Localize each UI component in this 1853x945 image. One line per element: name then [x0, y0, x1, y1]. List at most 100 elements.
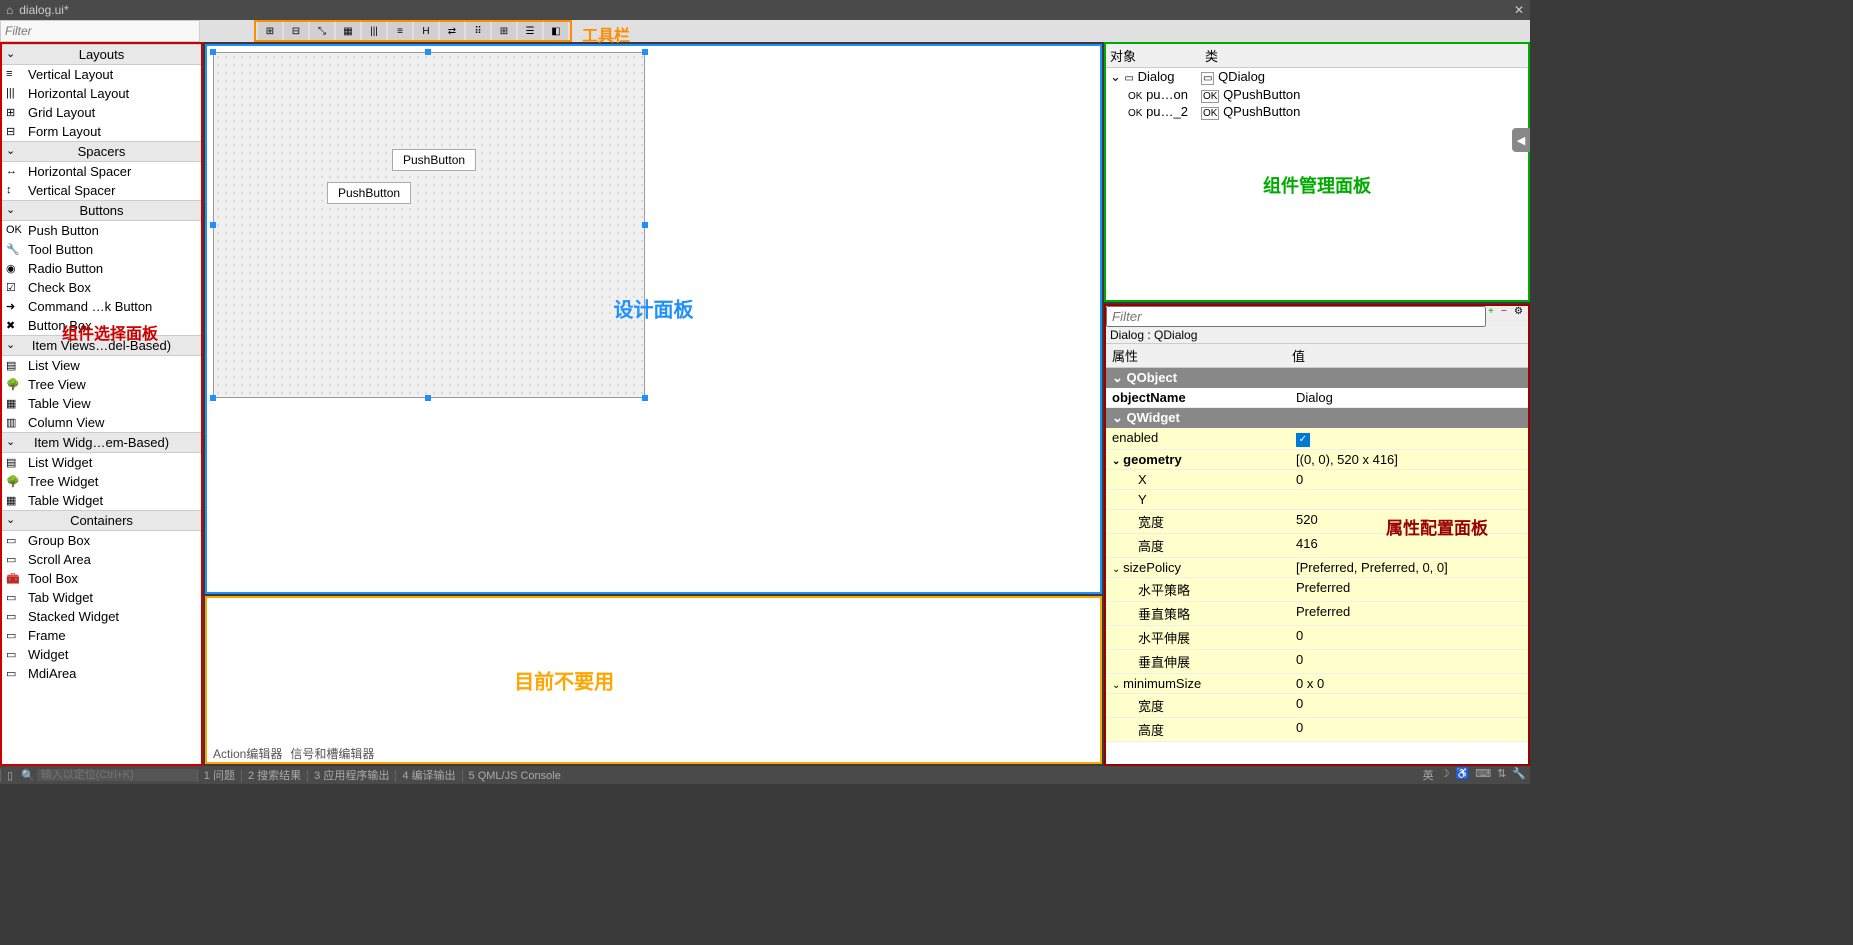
widgetbox-item[interactable]: 🧰Tool Box [2, 569, 201, 588]
prop-config-icon[interactable]: ⚙ [1514, 306, 1526, 318]
property-row[interactable]: 水平策略Preferred [1106, 578, 1528, 602]
tool-grid[interactable]: ⠿ [466, 22, 490, 40]
widgetbox-item[interactable]: ▤List View [2, 356, 201, 375]
widgetbox-item[interactable]: 🌳Tree Widget [2, 472, 201, 491]
widgetbox-item[interactable]: 🔧Tool Button [2, 240, 201, 259]
property-row[interactable]: 垂直策略Preferred [1106, 602, 1528, 626]
widgetbox-item[interactable]: ▭Widget [2, 645, 201, 664]
prop-remove-icon[interactable]: − [1501, 306, 1513, 318]
resize-handle[interactable] [642, 395, 648, 401]
tool-preview[interactable]: ◧ [544, 22, 568, 40]
tool-vsplit[interactable]: ⇄ [440, 22, 464, 40]
widgetbox-item[interactable]: |||Horizontal Layout [2, 84, 201, 103]
widgetbox-item[interactable]: ▭Scroll Area [2, 550, 201, 569]
property-filter[interactable] [1106, 306, 1486, 327]
tool-align[interactable]: ▦ [336, 22, 360, 40]
checkbox-icon[interactable]: ✓ [1296, 433, 1310, 447]
network-icon[interactable]: ⇅ [1497, 767, 1506, 783]
ime-indicator[interactable]: 英 [1423, 767, 1434, 783]
widgetbox-item[interactable]: ↕Vertical Spacer [2, 181, 201, 200]
pushbutton-1[interactable]: PushButton [392, 149, 476, 171]
accessibility-icon[interactable]: ♿ [1455, 767, 1469, 783]
widgetbox-item[interactable]: ↔Horizontal Spacer [2, 162, 201, 181]
property-row[interactable]: sizePolicy[Preferred, Preferred, 0, 0] [1106, 558, 1528, 578]
widgetbox-item[interactable]: ▭MdiArea [2, 664, 201, 683]
resize-handle[interactable] [642, 222, 648, 228]
property-row[interactable]: minimumSize0 x 0 [1106, 674, 1528, 694]
form-canvas[interactable]: PushButton PushButton [213, 52, 645, 398]
object-row[interactable]: ⌄ ▭ Dialog▭ QDialog [1106, 68, 1528, 86]
prop-header-name[interactable]: 属性 [1106, 346, 1292, 365]
property-row[interactable]: 水平伸展0 [1106, 626, 1528, 650]
resize-handle[interactable] [425, 395, 431, 401]
widgetbox-item[interactable]: ◉Radio Button [2, 259, 201, 278]
widgetbox-filter[interactable] [0, 20, 200, 42]
close-icon[interactable]: ✕ [1514, 3, 1524, 17]
property-row[interactable]: objectNameDialog [1106, 388, 1528, 408]
widgetbox-item[interactable]: ⊟Form Layout [2, 122, 201, 141]
resize-handle[interactable] [210, 395, 216, 401]
property-editor-panel[interactable]: + − ⚙ Dialog : QDialog 属性 值 ⌄ QObjectobj… [1104, 304, 1530, 766]
tab-signals-editor[interactable]: 信号和槽编辑器 [290, 745, 374, 762]
keyboard-icon[interactable]: ⌨ [1475, 767, 1491, 783]
resize-handle[interactable] [642, 49, 648, 55]
property-row[interactable]: X0 [1106, 470, 1528, 490]
widgetbox-item[interactable]: ▭Frame [2, 626, 201, 645]
status-tab[interactable]: 3 应用程序输出 [307, 770, 395, 782]
widgetbox-item[interactable]: ▭Group Box [2, 531, 201, 550]
widgetbox-item[interactable]: OKPush Button [2, 221, 201, 240]
tool-layout-v[interactable]: ⊟ [284, 22, 308, 40]
obj-header-class[interactable]: 类 [1201, 44, 1528, 67]
widgetbox-item[interactable]: ▭Stacked Widget [2, 607, 201, 626]
tool-grid2[interactable]: ⊞ [492, 22, 516, 40]
prop-header-value[interactable]: 值 [1292, 346, 1305, 365]
obj-header-object[interactable]: 对象 [1106, 44, 1201, 67]
widgetbox-item[interactable]: ⊞Grid Layout [2, 103, 201, 122]
widgetbox-category[interactable]: Containers [2, 510, 201, 531]
wrench-icon[interactable]: 🔧 [1512, 767, 1526, 783]
widgetbox-item[interactable]: ▤List Widget [2, 453, 201, 472]
property-row[interactable]: geometry[(0, 0), 520 x 416] [1106, 450, 1528, 470]
resize-handle[interactable] [210, 49, 216, 55]
object-row[interactable]: OK pu…onOK QPushButton [1106, 86, 1528, 103]
tool-hsplit[interactable]: H [414, 22, 438, 40]
night-icon[interactable]: ☽ [1440, 767, 1450, 783]
widgetbox-item[interactable]: ≡Vertical Layout [2, 65, 201, 84]
tool-layout-h[interactable]: ⊞ [258, 22, 282, 40]
widgetbox-category[interactable]: Layouts [2, 44, 201, 65]
property-row[interactable]: 高度0 [1106, 718, 1528, 742]
widgetbox-item[interactable]: ☑Check Box [2, 278, 201, 297]
tool-cols[interactable]: ||| [362, 22, 386, 40]
status-tab[interactable]: 1 问题 [197, 770, 241, 782]
tab-action-editor[interactable]: Action编辑器 [213, 745, 282, 762]
resize-handle[interactable] [210, 222, 216, 228]
pushbutton-2[interactable]: PushButton [327, 182, 411, 204]
tool-form[interactable]: ☰ [518, 22, 542, 40]
property-row[interactable]: 垂直伸展0 [1106, 650, 1528, 674]
property-row[interactable]: Y [1106, 490, 1528, 510]
property-group[interactable]: ⌄ QObject [1106, 368, 1528, 388]
status-tab[interactable]: 5 QML/JS Console [462, 770, 567, 782]
widgetbox-item[interactable]: 🌳Tree View [2, 375, 201, 394]
prop-add-icon[interactable]: + [1488, 306, 1500, 318]
tool-rows[interactable]: ≡ [388, 22, 412, 40]
widgetbox-item[interactable]: ▭Tab Widget [2, 588, 201, 607]
object-inspector-panel[interactable]: 对象 类 ⌄ ▭ Dialog▭ QDialog OK pu…onOK QPus… [1104, 42, 1530, 302]
design-panel[interactable]: PushButton PushButton 设计面板 [205, 44, 1102, 594]
status-tab[interactable]: 4 编译输出 [395, 770, 461, 782]
statusbar-indicator[interactable]: ▯ [0, 769, 19, 782]
property-row[interactable]: 宽度0 [1106, 694, 1528, 718]
status-tab[interactable]: 2 搜索结果 [241, 770, 307, 782]
widgetbox-item[interactable]: ▦Table Widget [2, 491, 201, 510]
property-group[interactable]: ⌄ QWidget [1106, 408, 1528, 428]
tool-break[interactable]: ⤡ [310, 22, 334, 40]
widgetbox-category[interactable]: Spacers [2, 141, 201, 162]
collapse-icon[interactable]: ◀ [1512, 128, 1530, 152]
property-row[interactable]: enabled✓ [1106, 428, 1528, 450]
widgetbox-item[interactable]: ▦Table View [2, 394, 201, 413]
object-row[interactable]: OK pu…_2OK QPushButton [1106, 103, 1528, 120]
resize-handle[interactable] [425, 49, 431, 55]
widgetbox-item[interactable]: ▥Column View [2, 413, 201, 432]
widgetbox-category[interactable]: Buttons [2, 200, 201, 221]
widget-box-panel[interactable]: 组件选择面板 Layouts≡Vertical Layout|||Horizon… [0, 42, 203, 766]
